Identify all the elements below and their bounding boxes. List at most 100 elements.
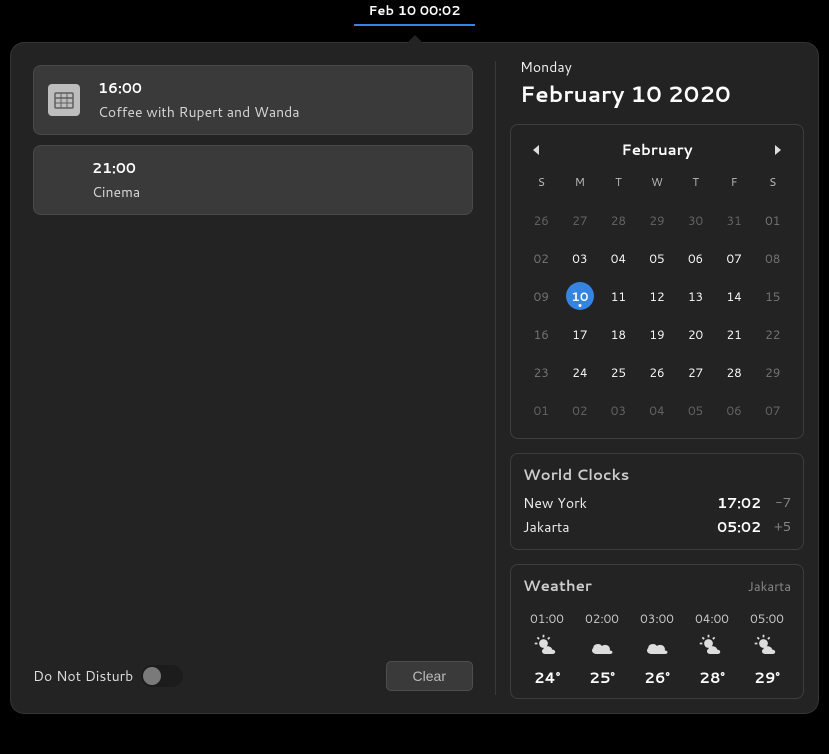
calendar-dow: S (754, 168, 791, 200)
dnd-toggle[interactable] (141, 665, 183, 687)
topbar: Feb 10 00:02 (0, 0, 829, 28)
event-description: Cinema (92, 182, 140, 202)
weather-cloudy-icon (588, 633, 616, 661)
calendar-day[interactable]: 23 (523, 354, 560, 390)
forecast-temp: 29° (754, 667, 780, 688)
forecast-temp: 26° (644, 667, 670, 688)
date-header: Monday February 10 2020 (510, 57, 804, 110)
calendar-day[interactable]: 02 (562, 392, 599, 428)
weather-title: Weather (523, 575, 592, 596)
clear-button[interactable]: Clear (386, 661, 473, 691)
calendar-column: Monday February 10 2020 February SMTWTFS… (510, 57, 804, 699)
calendar-card: February SMTWTFS262728293031010203040506… (510, 124, 804, 439)
world-clock-offset: +5 (761, 518, 791, 536)
event-card[interactable]: 16:00 Coffee with Rupert and Wanda (33, 65, 473, 135)
calendar-day[interactable]: 13 (677, 278, 714, 314)
forecast-row: 01:0024°02:0025° 03:00 26° 04:0028° 05:00 29° (523, 610, 791, 688)
calendar-day[interactable]: 18 (600, 316, 637, 352)
calendar-dow: S (523, 168, 560, 200)
forecast-item: 01:0024° (523, 610, 571, 688)
calendar-dow: M (562, 168, 599, 200)
calendar-day[interactable]: 03 (600, 392, 637, 428)
event-card[interactable]: 21:00 Cinema (33, 145, 473, 215)
calendar-day[interactable]: 04 (600, 240, 637, 276)
world-clock-time: 05:02 (705, 517, 761, 537)
date-full: February 10 2020 (520, 79, 804, 110)
calendar-day[interactable]: 06 (677, 240, 714, 276)
event-time: 21:00 (92, 158, 140, 178)
event-list: 16:00 Coffee with Rupert and Wanda 21:00 Ci… (25, 57, 481, 215)
weather-partly-icon (753, 633, 781, 661)
forecast-time: 03:00 (640, 610, 674, 627)
calendar-day[interactable]: 22 (754, 316, 791, 352)
calendar-day[interactable]: 05 (677, 392, 714, 428)
world-clock-time: 17:02 (705, 493, 761, 513)
calendar-day[interactable]: 05 (639, 240, 676, 276)
calendar-grid: SMTWTFS262728293031010203040506070809101… (523, 168, 791, 428)
datetime-panel: 16:00 Coffee with Rupert and Wanda 21:00 Ci… (10, 42, 819, 714)
calendar-day[interactable]: 08 (754, 240, 791, 276)
world-clock-city: Jakarta (523, 517, 705, 537)
calendar-icon (48, 84, 80, 116)
calendar-day[interactable]: 01 (523, 392, 560, 428)
calendar-day[interactable]: 02 (523, 240, 560, 276)
prev-month-button[interactable] (527, 140, 547, 160)
forecast-item: 05:00 29° (743, 610, 791, 688)
calendar-dow: W (639, 168, 676, 200)
forecast-time: 05:00 (750, 610, 784, 627)
forecast-item: 04:0028° (688, 610, 736, 688)
forecast-item: 03:00 26° (633, 610, 681, 688)
footer-row: Do Not Disturb Clear (25, 655, 481, 699)
calendar-day[interactable]: 15 (754, 278, 791, 314)
calendar-month-label: February (621, 139, 692, 160)
event-time: 16:00 (98, 78, 300, 98)
calendar-day[interactable]: 27 (677, 354, 714, 390)
topbar-clock[interactable]: Feb 10 00:02 (354, 2, 474, 26)
calendar-day[interactable]: 25 (600, 354, 637, 390)
calendar-day[interactable]: 26 (639, 354, 676, 390)
calendar-day[interactable]: 29 (754, 354, 791, 390)
event-description: Coffee with Rupert and Wanda (98, 102, 300, 122)
calendar-day[interactable]: 06 (716, 392, 753, 428)
forecast-item: 02:0025° (578, 610, 626, 688)
calendar-day[interactable]: 14 (716, 278, 753, 314)
weather-card[interactable]: Weather Jakarta 01:0024°02:0025° 03:00 26°… (510, 564, 804, 699)
vertical-divider (495, 61, 496, 695)
date-weekday: Monday (520, 57, 804, 77)
calendar-day[interactable]: 17 (562, 316, 599, 352)
calendar-day[interactable]: 09 (523, 278, 560, 314)
calendar-day[interactable]: 20 (677, 316, 714, 352)
calendar-day[interactable]: 07 (716, 240, 753, 276)
calendar-day[interactable]: 19 (639, 316, 676, 352)
calendar-day[interactable]: 10 (566, 282, 594, 310)
world-clock-offset: -7 (761, 494, 791, 512)
calendar-day[interactable]: 11 (600, 278, 637, 314)
calendar-day[interactable]: 27 (562, 202, 599, 238)
calendar-day[interactable]: 24 (562, 354, 599, 390)
weather-partly-icon (698, 633, 726, 661)
calendar-day[interactable]: 30 (677, 202, 714, 238)
weather-partly-icon (533, 633, 561, 661)
calendar-day[interactable]: 31 (716, 202, 753, 238)
calendar-day[interactable]: 01 (754, 202, 791, 238)
calendar-dow: F (716, 168, 753, 200)
world-clock-city: New York (523, 493, 705, 513)
world-clocks-card[interactable]: World Clocks New York17:02-7Jakarta05:02… (510, 453, 804, 550)
weather-location: Jakarta (748, 578, 791, 596)
weather-cloudy-icon (643, 633, 671, 661)
calendar-day[interactable]: 12 (639, 278, 676, 314)
world-clock-row: New York17:02-7 (523, 491, 791, 515)
calendar-day[interactable]: 28 (716, 354, 753, 390)
forecast-time: 02:00 (585, 610, 619, 627)
calendar-day[interactable]: 03 (562, 240, 599, 276)
notifications-column: 16:00 Coffee with Rupert and Wanda 21:00 Ci… (25, 57, 481, 699)
calendar-day[interactable]: 04 (639, 392, 676, 428)
forecast-temp: 28° (699, 667, 725, 688)
calendar-day[interactable]: 28 (600, 202, 637, 238)
calendar-day[interactable]: 21 (716, 316, 753, 352)
calendar-day[interactable]: 16 (523, 316, 560, 352)
calendar-day[interactable]: 26 (523, 202, 560, 238)
calendar-day[interactable]: 29 (639, 202, 676, 238)
calendar-day[interactable]: 07 (754, 392, 791, 428)
next-month-button[interactable] (767, 140, 787, 160)
